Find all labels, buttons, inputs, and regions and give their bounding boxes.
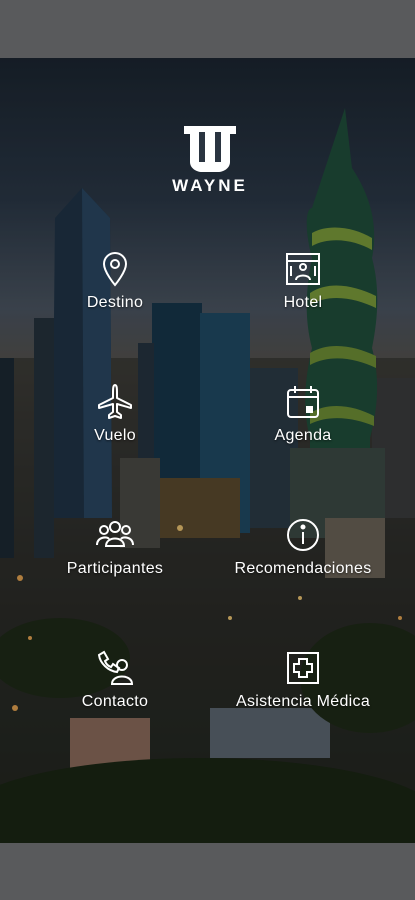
menu-label: Vuelo (94, 427, 136, 444)
menu-item-contacto[interactable]: Contacto (30, 649, 200, 729)
menu-label: Participantes (66, 560, 164, 577)
menu-item-destino[interactable]: Destino (30, 250, 200, 330)
menu-item-recomendaciones[interactable]: Recomendaciones (218, 516, 388, 596)
menu-label: Hotel (283, 294, 323, 311)
navigation-bar (0, 843, 415, 900)
brand-name: WAYNE (172, 176, 248, 195)
status-bar (0, 0, 415, 58)
menu-label: Destino (86, 294, 144, 311)
menu-item-hotel[interactable]: Hotel (218, 250, 388, 330)
menu-label: Recomendaciones (234, 560, 372, 577)
menu-item-agenda[interactable]: Agenda (218, 383, 388, 463)
menu-label: Contacto (81, 693, 149, 710)
airplane-icon (96, 383, 134, 421)
wayne-emblem-icon (184, 126, 236, 172)
people-group-icon (96, 516, 134, 554)
calendar-icon (284, 383, 322, 421)
medical-cross-icon (284, 649, 322, 687)
menu-item-vuelo[interactable]: Vuelo (30, 383, 200, 463)
menu-label: Agenda (274, 427, 332, 444)
phone-person-icon (96, 649, 134, 687)
hotel-icon (284, 250, 322, 288)
menu-item-asistencia-medica[interactable]: Asistencia Médica (218, 649, 388, 729)
info-icon (284, 516, 322, 554)
wayne-logo: WAYNE (140, 122, 280, 195)
menu-item-participantes[interactable]: Participantes (30, 516, 200, 596)
map-pin-icon (96, 250, 134, 288)
menu-label: Asistencia Médica (235, 693, 371, 710)
